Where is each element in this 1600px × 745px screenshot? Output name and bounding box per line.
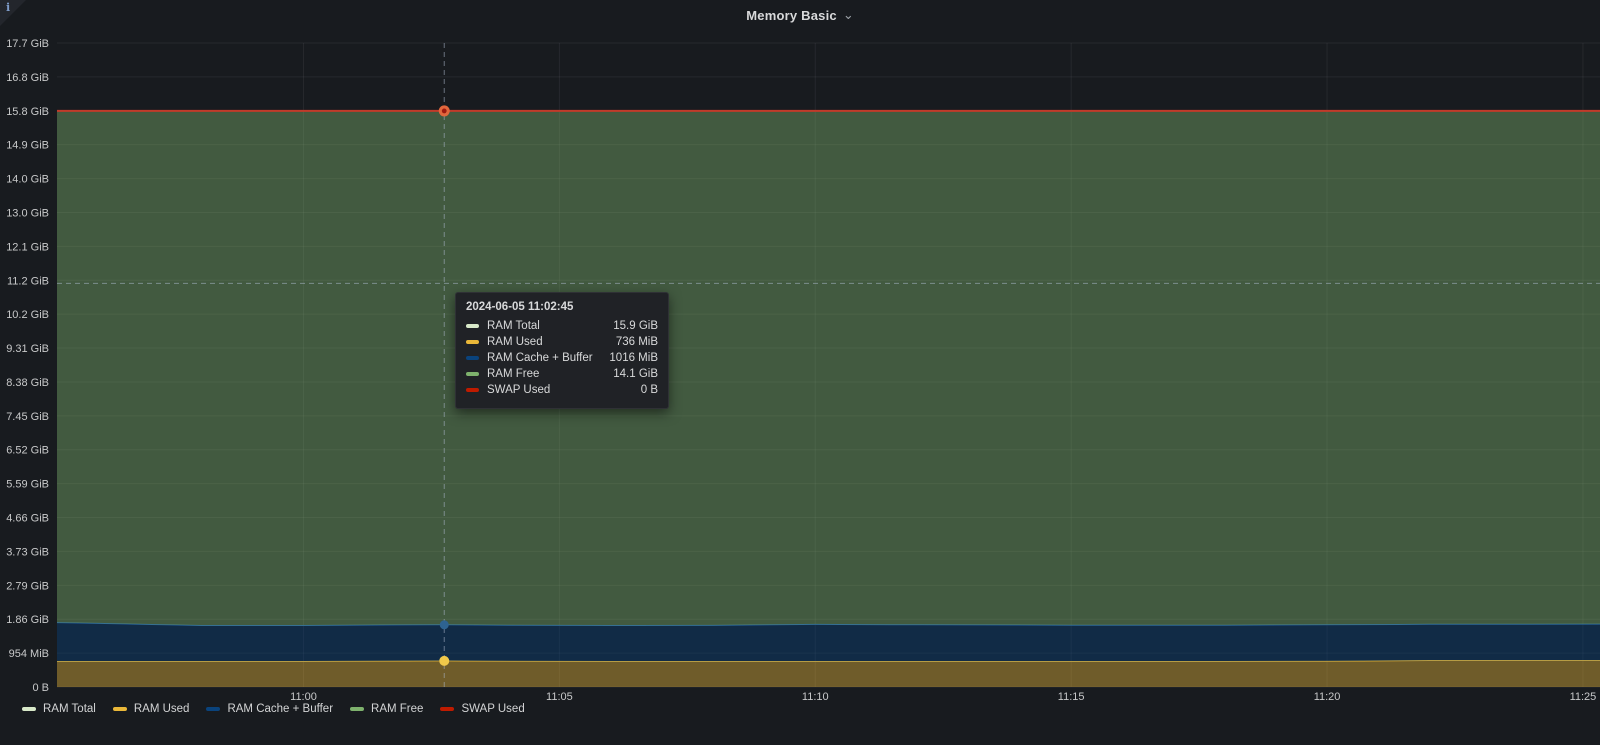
y-axis-label: 7.45 GiB (6, 411, 49, 423)
x-axis-label: 11:20 (1314, 691, 1341, 703)
hover-marker (439, 656, 449, 666)
y-axis-label: 14.0 GiB (6, 174, 49, 186)
legend-item-ram-free[interactable]: RAM Free (350, 703, 423, 715)
hover-marker (440, 620, 449, 629)
legend-color-swatch (440, 707, 454, 711)
y-axis-label: 2.79 GiB (6, 580, 49, 592)
y-axis-label: 0 B (32, 682, 49, 694)
info-icon: i (6, 1, 10, 14)
legend-item-swap-used[interactable]: SWAP Used (440, 703, 524, 715)
y-axis-label: 5.59 GiB (6, 479, 49, 491)
y-axis-label: 954 MiB (9, 648, 49, 660)
legend-item-ram-cache-buffer[interactable]: RAM Cache + Buffer (206, 703, 333, 715)
panel-header[interactable]: Memory Basic ⌄ (0, 0, 1600, 30)
hover-marker-core (442, 109, 447, 114)
legend-label[interactable]: RAM Free (371, 703, 423, 715)
x-axis-label: 11:15 (1058, 691, 1085, 703)
tooltip-timestamp: 2024-06-05 11:02:45 (466, 301, 658, 313)
memory-basic-panel: i Memory Basic ⌄ 0 B 954 MiB 1.86 GiB 2.79 … (0, 0, 1600, 745)
legend-color-swatch (350, 707, 364, 711)
tooltip-series-value: 15.9 GiB (613, 320, 658, 332)
y-axis-label: 10.2 GiB (6, 309, 49, 321)
tooltip-series-label: SWAP Used (487, 384, 631, 396)
tooltip-series-label: RAM Cache + Buffer (487, 352, 599, 364)
y-axis-label: 1.86 GiB (6, 614, 49, 626)
y-axis-label: 14.9 GiB (6, 140, 49, 152)
tooltip-series-label: RAM Total (487, 320, 603, 332)
chart-legend: RAM Total RAM Used RAM Cache + Buffer RAM F… (22, 703, 525, 715)
tooltip-row: RAM Free 14.1 GiB (466, 368, 658, 380)
legend-label[interactable]: SWAP Used (461, 703, 524, 715)
y-axis-label: 9.31 GiB (6, 343, 49, 355)
series-color-swatch (466, 324, 479, 328)
series-color-swatch (466, 388, 479, 392)
area-ram-free (57, 111, 1600, 626)
legend-color-swatch (113, 707, 127, 711)
tooltip-series-value: 1016 MiB (609, 352, 658, 364)
legend-label[interactable]: RAM Used (134, 703, 190, 715)
y-axis-label: 13.0 GiB (6, 207, 49, 219)
tooltip-series-label: RAM Used (487, 336, 606, 348)
y-axis-label: 6.52 GiB (6, 445, 49, 457)
y-axis-label: 12.1 GiB (6, 241, 49, 253)
y-axis-label: 3.73 GiB (6, 546, 49, 558)
chevron-down-icon: ⌄ (843, 10, 854, 20)
tooltip-series-value: 736 MiB (616, 336, 658, 348)
area-ram-cache-buffer (57, 623, 1600, 662)
y-axis-label: 16.8 GiB (6, 72, 49, 84)
area-ram-used (57, 661, 1600, 688)
series-color-swatch (466, 340, 479, 344)
legend-label[interactable]: RAM Total (43, 703, 96, 715)
legend-item-ram-used[interactable]: RAM Used (113, 703, 190, 715)
legend-label[interactable]: RAM Cache + Buffer (227, 703, 333, 715)
y-axis-label: 11.2 GiB (7, 275, 49, 287)
x-axis-label: 11:10 (802, 691, 829, 703)
x-axis-label: 11:00 (290, 691, 317, 703)
y-axis-label: 17.7 GiB (6, 38, 49, 50)
y-axis-label: 4.66 GiB (6, 513, 49, 525)
tooltip-row: SWAP Used 0 B (466, 384, 658, 396)
series-color-swatch (466, 372, 479, 376)
tooltip-row: RAM Cache + Buffer 1016 MiB (466, 352, 658, 364)
series-color-swatch (466, 356, 479, 360)
legend-color-swatch (22, 707, 36, 711)
tooltip-row: RAM Used 736 MiB (466, 336, 658, 348)
x-axis-label: 11:05 (546, 691, 573, 703)
hover-tooltip: 2024-06-05 11:02:45 RAM Total15.9 GiBRAM… (455, 292, 669, 409)
panel-info-corner[interactable]: i (0, 0, 26, 26)
memory-chart[interactable]: 0 B 954 MiB 1.86 GiB 2.79 GiB 3.73 GiB 4.66 G… (0, 0, 1600, 745)
tooltip-row: RAM Total 15.9 GiB (466, 320, 658, 332)
tooltip-series-label: RAM Free (487, 368, 603, 380)
y-axis-label: 8.38 GiB (6, 377, 49, 389)
legend-color-swatch (206, 707, 220, 711)
y-axis-label: 15.8 GiB (6, 106, 49, 118)
x-axis-label: 11:25 (1570, 691, 1597, 703)
panel-title[interactable]: Memory Basic (746, 8, 837, 23)
tooltip-series-value: 14.1 GiB (613, 368, 658, 380)
tooltip-series-value: 0 B (641, 384, 658, 396)
legend-item-ram-total[interactable]: RAM Total (22, 703, 96, 715)
